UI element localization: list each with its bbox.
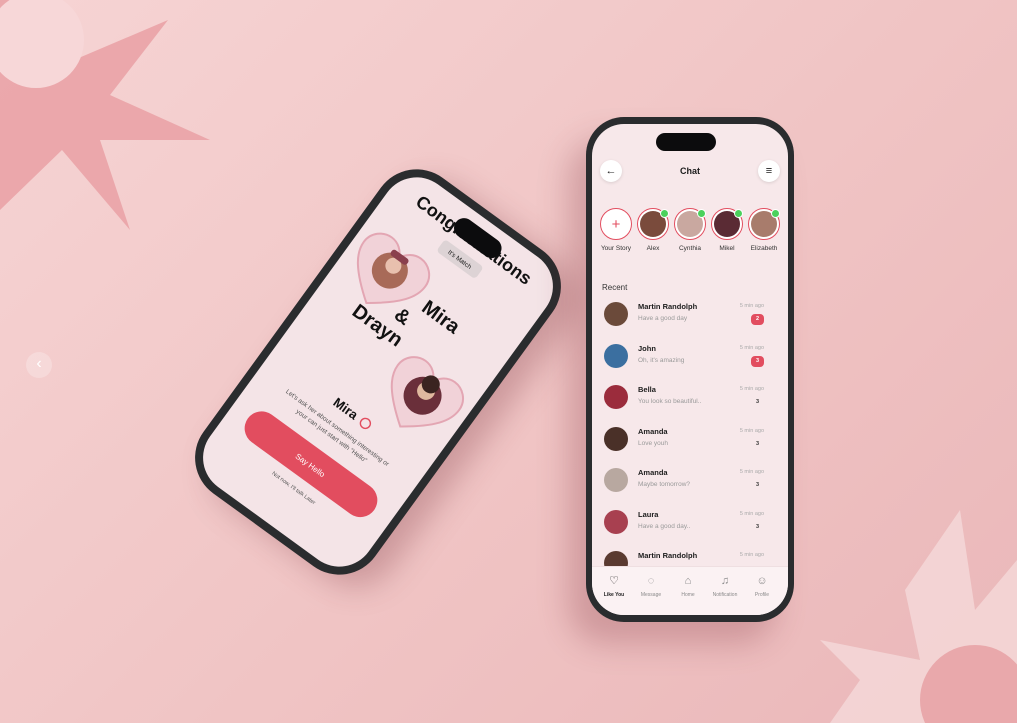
plus-icon: + xyxy=(611,215,621,233)
online-indicator xyxy=(771,209,780,218)
unread-count-badge: 3 xyxy=(751,521,764,533)
avatar xyxy=(604,468,628,492)
message-time: 5 min ago xyxy=(739,469,764,475)
tab-icon: ⌂ xyxy=(684,575,692,587)
tab-icon: ◌ xyxy=(647,575,655,587)
story-item[interactable]: Mikel xyxy=(710,208,744,252)
message-preview: Have a good day xyxy=(638,315,688,322)
story-label: Elizabeth xyxy=(750,245,778,252)
contact-name: Amanda xyxy=(638,468,668,477)
message-preview: Oh, it's amazing xyxy=(638,356,685,364)
story-item[interactable]: Alex xyxy=(636,208,670,252)
tab-home[interactable]: ⌂ Home xyxy=(670,575,706,598)
chat-list-item[interactable]: Bella You look so beautiful.. 5 min ago 3 xyxy=(600,383,772,423)
tab-notification[interactable]: ♫ Notification xyxy=(707,575,743,598)
add-story-ring: + xyxy=(600,208,632,240)
message-time: 5 min ago xyxy=(739,552,764,558)
tab-icon: ☺ xyxy=(756,575,768,587)
contact-name: Bella xyxy=(638,385,656,394)
profile-name: Mira xyxy=(331,395,362,423)
contact-name: Martin Randolph xyxy=(638,302,698,311)
avatar xyxy=(604,343,628,368)
message-preview: Love youh xyxy=(638,439,668,447)
tab-message[interactable]: ◌ Message xyxy=(633,575,669,598)
story-avatar-ring xyxy=(711,208,743,240)
carousel-prev-button[interactable]: ‹ xyxy=(26,352,52,378)
heart-frame-drayn xyxy=(390,356,465,428)
tab-like-you[interactable]: ♡ Like You xyxy=(596,575,632,598)
recent-label: Recent xyxy=(602,283,628,292)
unread-count-badge: 3 xyxy=(751,480,764,491)
story-item[interactable]: Cynthia xyxy=(673,208,707,252)
chat-list-item[interactable]: Martin Randolph Have a good day 5 min ago 2 xyxy=(600,300,772,340)
contact-name: John xyxy=(638,343,656,353)
message-time: 5 min ago xyxy=(739,386,764,392)
tab-label: Message xyxy=(640,592,662,598)
story-label: Cynthia xyxy=(678,245,702,252)
message-time: 5 min ago xyxy=(739,427,764,434)
message-time: 5 min ago xyxy=(739,510,764,517)
story-avatar-ring xyxy=(674,208,706,240)
tab-icon: ♫ xyxy=(720,575,730,587)
bottom-tab-bar: ♡ Like You ◌ Message ⌂ Home ♫ Notification ☺ Prof… xyxy=(592,566,788,615)
say-hello-hitarea[interactable] xyxy=(206,430,326,580)
unread-count-badge: 2 xyxy=(751,314,764,325)
message-preview: Maybe tomorrow? xyxy=(638,481,691,488)
unread-count-badge: 3 xyxy=(751,438,764,450)
chat-list-item[interactable]: John Oh, it's amazing 5 min ago 3 xyxy=(600,342,772,382)
story-label: Mikel xyxy=(719,245,735,252)
online-indicator xyxy=(660,209,669,218)
story-label: Alex xyxy=(646,245,660,252)
menu-button[interactable]: ≡ xyxy=(758,160,780,182)
chat-screen: ← Chat ≡ + Your Story Alex Cynthia Mikel Eliz… xyxy=(592,124,788,615)
phone-chat-screen: ← Chat ≡ + Your Story Alex Cynthia Mikel Eliz… xyxy=(586,117,794,622)
dynamic-island xyxy=(656,133,716,151)
contact-name: Amanda xyxy=(638,426,668,436)
story-avatar-ring xyxy=(637,208,669,240)
message-preview: You look so beautiful.. xyxy=(638,398,702,405)
unread-count-badge: 3 xyxy=(751,355,764,367)
online-indicator xyxy=(697,209,706,218)
match-name-line1: Mira xyxy=(418,296,465,338)
message-time: 5 min ago xyxy=(739,344,764,351)
story-avatar-ring xyxy=(748,208,780,240)
avatar xyxy=(604,426,628,451)
tab-label: Home xyxy=(681,592,695,598)
tab-profile[interactable]: ☺ Profile xyxy=(744,575,780,598)
chat-list-item[interactable]: Amanda Maybe tomorrow? 5 min ago 3 xyxy=(600,466,772,506)
unread-count-badge: 3 xyxy=(751,397,764,408)
story-item[interactable]: + Your Story xyxy=(599,208,633,252)
tab-icon: ♡ xyxy=(609,575,619,587)
tab-label: Profile xyxy=(754,592,770,598)
tab-label: Notification xyxy=(712,592,738,598)
verified-badge-icon xyxy=(359,417,372,430)
chat-list-item[interactable]: Laura Have a good day.. 5 min ago 3 xyxy=(600,508,772,548)
stories-row: + Your Story Alex Cynthia Mikel Elizabeth xyxy=(599,208,788,268)
story-item[interactable]: Elizabeth xyxy=(747,208,781,252)
contact-name: Martin Randolph xyxy=(638,551,698,560)
story-label: Your Story xyxy=(600,245,632,252)
menu-icon: ≡ xyxy=(765,165,773,177)
avatar xyxy=(604,385,628,409)
avatar xyxy=(604,302,628,326)
tab-label: Like You xyxy=(603,592,625,598)
avatar xyxy=(604,509,628,534)
chat-list-item[interactable]: Amanda Love youh 5 min ago 3 xyxy=(600,425,772,465)
message-time: 5 min ago xyxy=(739,303,764,309)
contact-name: Laura xyxy=(638,509,659,519)
online-indicator xyxy=(734,209,743,218)
message-preview: Have a good day.. xyxy=(638,522,691,530)
